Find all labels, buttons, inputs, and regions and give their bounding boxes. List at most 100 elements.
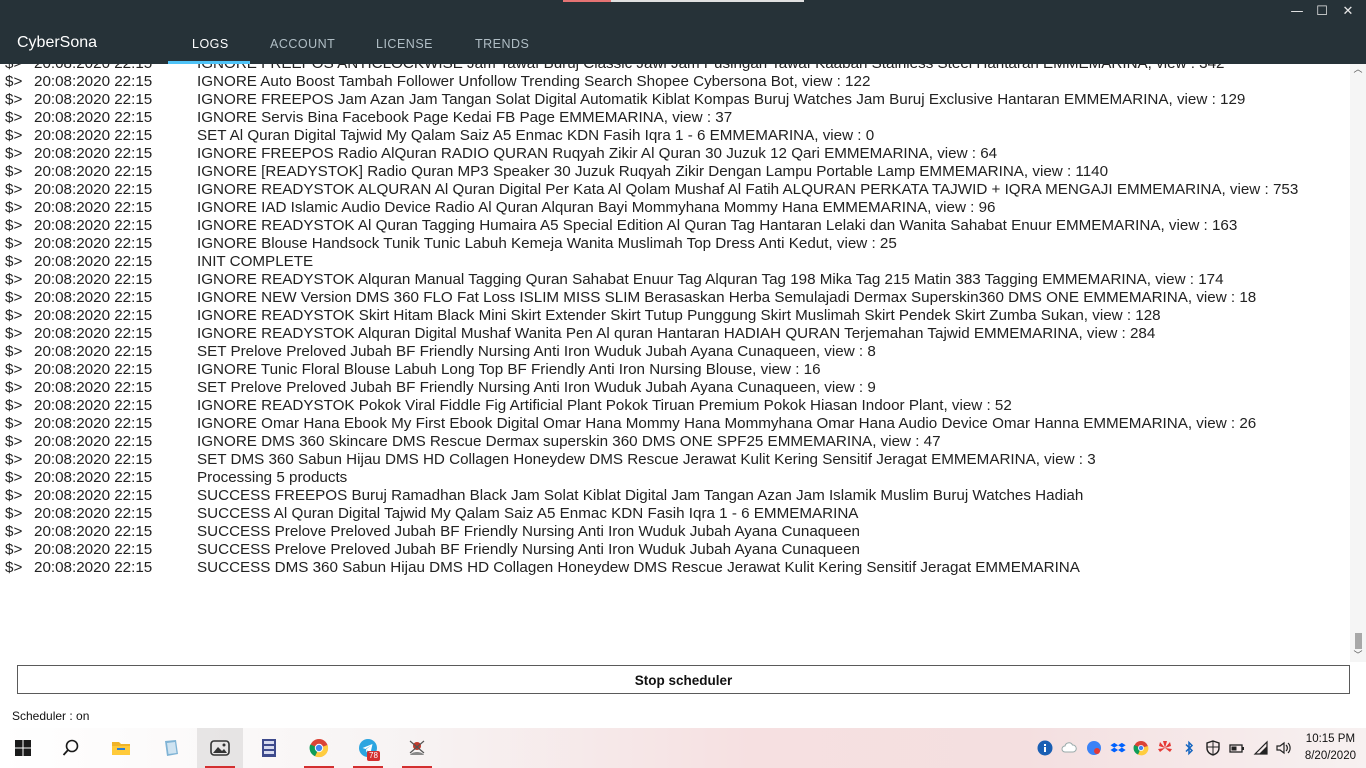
log-prompt: $> bbox=[5, 199, 23, 216]
log-message: IGNORE FREEPOS Jam Azan Jam Tangan Solat… bbox=[197, 91, 1246, 108]
tab-license[interactable]: LICENSE bbox=[376, 37, 433, 51]
log-prompt: $> bbox=[5, 487, 23, 504]
start-button[interactable] bbox=[0, 728, 46, 768]
titlebar-accent bbox=[563, 0, 611, 2]
chrome-tray-icon[interactable] bbox=[1133, 740, 1149, 756]
log-timestamp: 20:08:2020 22:15 bbox=[34, 541, 153, 558]
log-entry: $> 20:08:2020 22:15 Processing 5 products bbox=[0, 469, 1345, 487]
log-message: IGNORE IAD Islamic Audio Device Radio Al… bbox=[197, 199, 996, 216]
info-icon[interactable] bbox=[1037, 740, 1053, 756]
log-timestamp: 20:08:2020 22:15 bbox=[34, 109, 153, 126]
app-chrome[interactable] bbox=[296, 728, 342, 768]
scroll-down-arrow-icon[interactable]: ﹀ bbox=[1350, 650, 1366, 662]
tab-account[interactable]: ACCOUNT bbox=[270, 37, 335, 51]
volume-icon[interactable] bbox=[1276, 740, 1292, 756]
log-message: SET DMS 360 Sabun Hijau DMS HD Collagen … bbox=[197, 451, 1096, 468]
cybersona-icon bbox=[409, 740, 425, 755]
maximize-button[interactable]: ☐ bbox=[1311, 3, 1333, 21]
bluetooth-icon[interactable] bbox=[1181, 740, 1197, 756]
stop-scheduler-button[interactable]: Stop scheduler bbox=[17, 665, 1350, 694]
log-timestamp: 20:08:2020 22:15 bbox=[34, 91, 153, 108]
telegram-unread-badge: 78 bbox=[367, 751, 380, 761]
log-timestamp: 20:08:2020 22:15 bbox=[34, 145, 153, 162]
log-prompt: $> bbox=[5, 91, 23, 108]
log-prompt: $> bbox=[5, 559, 23, 576]
log-timestamp: 20:08:2020 22:15 bbox=[34, 181, 153, 198]
log-message: SET Al Quran Digital Tajwid My Qalam Sai… bbox=[197, 127, 875, 144]
log-entry: $> 20:08:2020 22:15 IGNORE READYSTOK ALQUR… bbox=[0, 181, 1345, 199]
log-prompt: $> bbox=[5, 433, 23, 450]
app-photos[interactable] bbox=[197, 728, 243, 768]
app-telegram[interactable]: 78 bbox=[345, 728, 391, 768]
log-message: SET Prelove Preloved Jubah BF Friendly N… bbox=[197, 379, 876, 396]
log-entry: $> 20:08:2020 22:15 SET DMS 360 Sabun Hija… bbox=[0, 451, 1345, 469]
log-entry: $> 20:08:2020 22:15 SET Al Quran Digital T… bbox=[0, 127, 1345, 145]
log-prompt: $> bbox=[5, 415, 23, 432]
log-panel[interactable]: $>20:08:2020 22:15IGNORE FREEPOS ANTICLO… bbox=[0, 64, 1350, 662]
log-message: IGNORE [READYSTOK] Radio Quran MP3 Speak… bbox=[197, 163, 1109, 180]
huawei-icon[interactable] bbox=[1157, 740, 1173, 756]
log-timestamp: 20:08:2020 22:15 bbox=[34, 559, 153, 576]
log-prompt: $> bbox=[5, 523, 23, 540]
app-notebook[interactable] bbox=[148, 728, 194, 768]
log-prompt: $> bbox=[5, 217, 23, 234]
log-timestamp: 20:08:2020 22:15 bbox=[34, 64, 152, 73]
dropbox-icon[interactable] bbox=[1110, 740, 1126, 756]
log-entry: $> 20:08:2020 22:15 IGNORE READYSTOK Al Qu… bbox=[0, 217, 1345, 235]
log-prompt: $> bbox=[5, 127, 23, 144]
log-prompt: $> bbox=[5, 505, 23, 522]
clock-time: 10:15 PM bbox=[1305, 733, 1356, 745]
search-button[interactable] bbox=[48, 728, 94, 768]
photos-icon bbox=[210, 740, 230, 756]
log-prompt: $> bbox=[5, 271, 23, 288]
log-timestamp: 20:08:2020 22:15 bbox=[34, 325, 153, 342]
log-timestamp: 20:08:2020 22:15 bbox=[34, 451, 153, 468]
log-entry: $> 20:08:2020 22:15 IGNORE Servis Bina Fac… bbox=[0, 109, 1345, 127]
log-timestamp: 20:08:2020 22:15 bbox=[34, 235, 153, 252]
log-entry: $> 20:08:2020 22:15 SUCCESS FREEPOS Buruj … bbox=[0, 487, 1345, 505]
scrollbar-thumb[interactable] bbox=[1355, 633, 1362, 649]
log-message: INIT COMPLETE bbox=[197, 253, 314, 270]
log-message: IGNORE Auto Boost Tambah Follower Unfoll… bbox=[197, 73, 871, 90]
notebook-icon bbox=[165, 740, 178, 756]
log-timestamp: 20:08:2020 22:15 bbox=[34, 343, 153, 360]
log-entry: $> 20:08:2020 22:15 SET Prelove Preloved J… bbox=[0, 379, 1345, 397]
tab-trends[interactable]: TRENDS bbox=[475, 37, 529, 51]
cloud-icon[interactable] bbox=[1061, 740, 1077, 756]
network-monitor-icon[interactable] bbox=[1086, 740, 1102, 756]
log-entry: $> 20:08:2020 22:15 IGNORE FREEPOS Radio A… bbox=[0, 145, 1345, 163]
log-list: $>20:08:2020 22:15IGNORE FREEPOS ANTICLO… bbox=[0, 64, 1345, 577]
log-prompt: $> bbox=[5, 253, 23, 270]
minimize-button[interactable]: — bbox=[1286, 3, 1308, 21]
log-timestamp: 20:08:2020 22:15 bbox=[34, 163, 153, 180]
log-timestamp: 20:08:2020 22:15 bbox=[34, 199, 153, 216]
log-timestamp: 20:08:2020 22:15 bbox=[34, 505, 153, 522]
app-archive[interactable] bbox=[246, 728, 292, 768]
app-cybersona[interactable] bbox=[394, 728, 440, 768]
log-scrollbar[interactable]: ︿ ﹀ bbox=[1350, 64, 1366, 662]
log-entry: $> 20:08:2020 22:15 SUCCESS Prelove Prelov… bbox=[0, 523, 1345, 541]
wifi-icon[interactable] bbox=[1253, 740, 1269, 756]
log-timestamp: 20:08:2020 22:15 bbox=[34, 379, 153, 396]
system-clock[interactable]: 10:15 PM 8/20/2020 bbox=[1305, 731, 1356, 765]
battery-icon[interactable] bbox=[1229, 740, 1245, 756]
log-timestamp: 20:08:2020 22:15 bbox=[34, 487, 153, 504]
security-shield-icon[interactable] bbox=[1205, 740, 1221, 756]
log-message: SUCCESS Prelove Preloved Jubah BF Friend… bbox=[197, 541, 860, 558]
log-message: IGNORE Blouse Handsock Tunik Tunic Labuh… bbox=[197, 235, 897, 252]
log-timestamp: 20:08:2020 22:15 bbox=[34, 397, 153, 414]
log-message: IGNORE READYSTOK Al Quran Tagging Humair… bbox=[197, 217, 1238, 234]
file-explorer[interactable] bbox=[98, 728, 144, 768]
log-message: IGNORE DMS 360 Skincare DMS Rescue Derma… bbox=[197, 433, 941, 450]
tab-logs[interactable]: LOGS bbox=[192, 37, 229, 51]
log-prompt: $> bbox=[5, 343, 23, 360]
log-message: IGNORE READYSTOK Alquran Manual Tagging … bbox=[197, 271, 1224, 288]
log-timestamp: 20:08:2020 22:15 bbox=[34, 307, 153, 324]
log-message: IGNORE Tunic Floral Blouse Labuh Long To… bbox=[197, 361, 821, 378]
close-button[interactable]: ✕ bbox=[1337, 3, 1359, 21]
log-message: SUCCESS FREEPOS Buruj Ramadhan Black Jam… bbox=[197, 487, 1084, 504]
log-entry: $> 20:08:2020 22:15 IGNORE IAD Islamic Aud… bbox=[0, 199, 1345, 217]
log-entry: $> 20:08:2020 22:15 IGNORE Omar Hana Ebook… bbox=[0, 415, 1345, 433]
log-entry: $> 20:08:2020 22:15 IGNORE DMS 360 Skincar… bbox=[0, 433, 1345, 451]
scroll-up-arrow-icon[interactable]: ︿ bbox=[1350, 64, 1366, 76]
